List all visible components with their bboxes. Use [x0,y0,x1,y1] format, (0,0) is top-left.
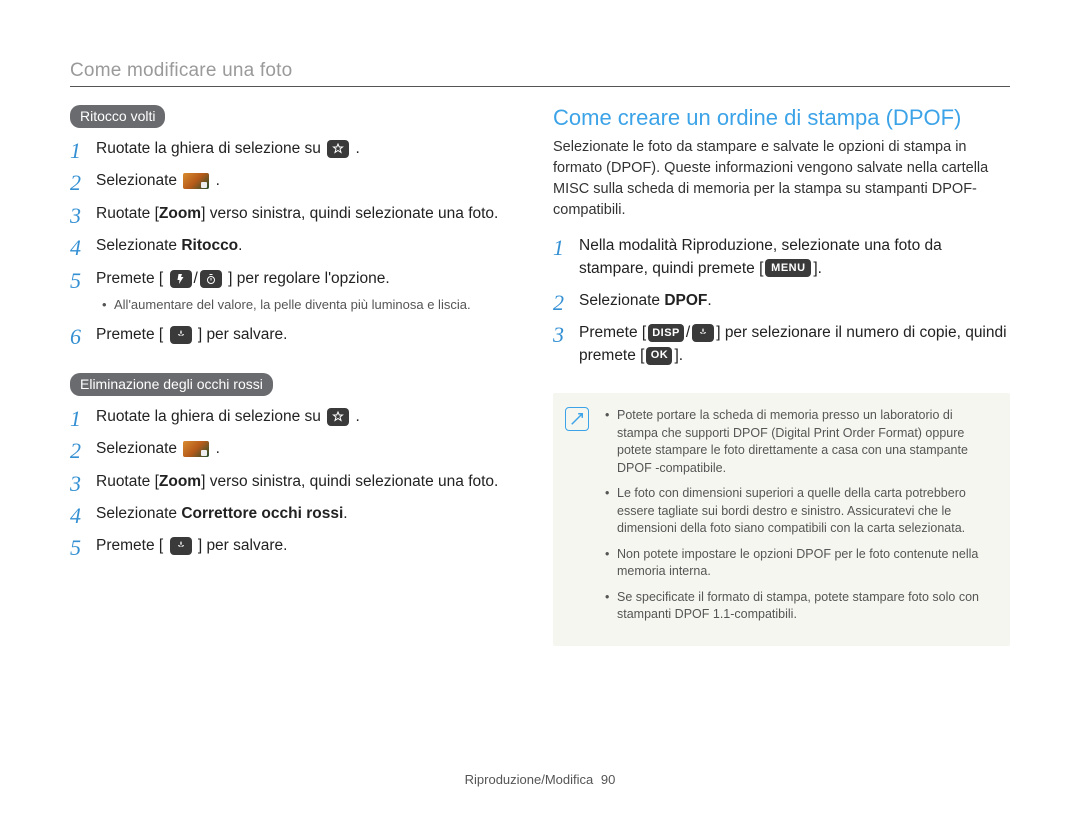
text: Premete [ [579,324,646,341]
text: Selezionate [96,237,181,254]
substeps: All'aumentare del valore, la pelle diven… [96,296,527,314]
columns: Ritocco volti Ruotate la ghiera di selez… [70,105,1010,646]
bold-text: DPOF [664,292,707,309]
text: . [356,140,360,157]
note-item: Se specificate il formato di stampa, pot… [605,589,996,624]
photo-edit-icon [183,173,209,189]
photo-edit-icon [183,441,209,457]
macro-icon [170,537,192,555]
text: . [343,505,347,522]
step: Ruotate la ghiera di selezione su . [70,406,527,428]
page-number: 90 [601,772,615,787]
note-item: Non potete impostare le opzioni DPOF per… [605,546,996,581]
page-title: Come modificare una foto [70,60,1010,82]
text: Ruotate la ghiera di selezione su [96,140,325,157]
step: Premete [ ] per salvare. [70,324,527,346]
text: . [216,440,220,457]
text: ]. [674,347,683,364]
pill-occhi-rossi: Eliminazione degli occhi rossi [70,373,273,396]
step: Premete [ ] per salvare. [70,535,527,557]
text: ] per regolare l'opzione. [228,270,390,287]
step: Selezionate Ritocco. [70,235,527,257]
pill-ritocco-volti: Ritocco volti [70,105,165,128]
note-box: Potete portare la scheda di memoria pres… [553,393,1010,646]
page: Come modificare una foto Ritocco volti R… [0,0,1080,815]
note-icon [565,407,589,431]
steps-ritocco: Ruotate la ghiera di selezione su . Sele… [70,138,527,347]
text: ] verso sinistra, quindi selezionate una… [201,473,498,490]
footer-section: Riproduzione/Modifica [465,772,594,787]
timer-icon [200,270,222,288]
text: Premete [ [96,326,163,343]
step: Ruotate [Zoom] verso sinistra, quindi se… [70,203,527,225]
text: ] verso sinistra, quindi selezionate una… [201,205,498,222]
text: . [356,408,360,425]
right-column: Come creare un ordine di stampa (DPOF) S… [553,105,1010,646]
ok-button-icon: OK [646,347,672,365]
text: Premete [ [96,270,163,287]
note-list: Potete portare la scheda di memoria pres… [605,407,996,624]
note-icon-wrapper [565,407,589,432]
header-rule [70,86,1010,87]
steps-occhi-rossi: Ruotate la ghiera di selezione su . Sele… [70,406,527,558]
zoom-label: Zoom [159,205,201,222]
zoom-label: Zoom [159,473,201,490]
step: Ruotate la ghiera di selezione su . [70,138,527,160]
text: Ruotate [ [96,205,159,222]
step: Selezionate DPOF. [553,290,1010,312]
text: . [216,172,220,189]
text: ] per salvare. [198,326,288,343]
step: Premete [DISP/ ] per selezionare il nume… [553,322,1010,367]
sub-text: All'aumentare del valore, la pelle diven… [102,296,527,314]
text: Premete [ [96,537,163,554]
mode-dial-edit-icon [327,408,349,426]
bold-text: Ritocco [181,237,238,254]
mode-dial-edit-icon [327,140,349,158]
text: Ruotate [ [96,473,159,490]
step: Selezionate . [70,438,527,460]
macro-icon [692,324,714,342]
text: . [707,292,711,309]
text: Nella modalità Riproduzione, selezionate… [579,237,942,276]
text: / [194,270,198,287]
left-column: Ritocco volti Ruotate la ghiera di selez… [70,105,527,646]
macro-icon [170,326,192,344]
text: Selezionate [96,440,181,457]
section-title-dpof: Come creare un ordine di stampa (DPOF) [553,105,1010,131]
step: Selezionate Correttore occhi rossi. [70,503,527,525]
text: ] per salvare. [198,537,288,554]
disp-button-icon: DISP [648,324,684,342]
note-item: Potete portare la scheda di memoria pres… [605,407,996,477]
steps-dpof: Nella modalità Riproduzione, selezionate… [553,235,1010,367]
text: . [238,237,242,254]
step: Ruotate [Zoom] verso sinistra, quindi se… [70,471,527,493]
menu-button-icon: MENU [765,259,811,277]
step: Nella modalità Riproduzione, selezionate… [553,235,1010,280]
flash-icon [170,270,192,288]
bold-text: Correttore occhi rossi [181,505,343,522]
note-item: Le foto con dimensioni superiori a quell… [605,485,996,538]
step: Selezionate . [70,170,527,192]
text: Selezionate [579,292,664,309]
text: Ruotate la ghiera di selezione su [96,408,325,425]
footer: Riproduzione/Modifica 90 [0,772,1080,787]
text: Selezionate [96,172,181,189]
text: / [686,324,690,341]
section-intro: Selezionate le foto da stampare e salvat… [553,137,1010,221]
text: ]. [813,260,822,277]
text: Selezionate [96,505,181,522]
step: Premete [ / ] per regolare l'opzione. Al… [70,268,527,315]
